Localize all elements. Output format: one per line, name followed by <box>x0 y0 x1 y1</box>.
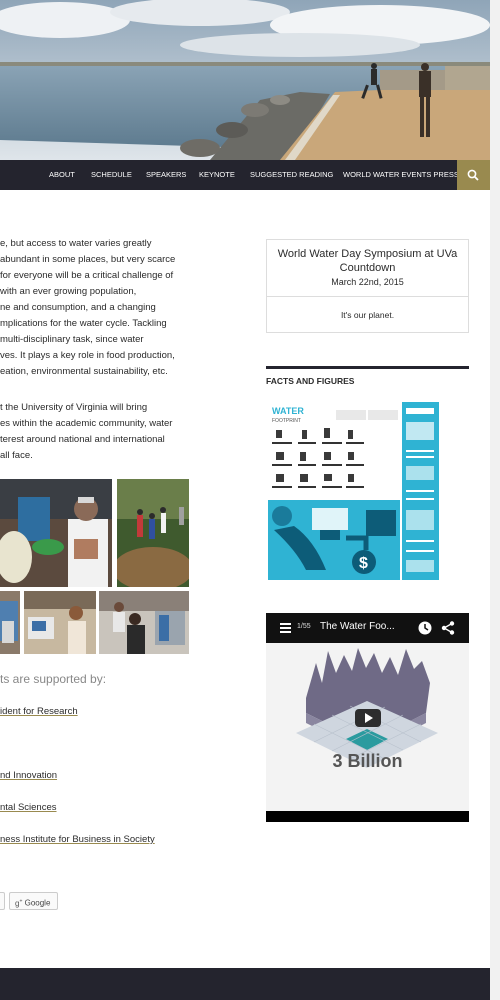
countdown-date: March 22nd, 2015 <box>331 277 404 287</box>
svg-text:$: $ <box>359 555 368 572</box>
playlist-icon[interactable] <box>280 623 291 633</box>
video-player[interactable]: 1/55 The Water Foo... 3 Billion <box>266 613 469 822</box>
nav-suggested-reading[interactable]: Suggested Reading <box>250 160 333 190</box>
nav-world-water-events-press[interactable]: World Water Events Press <box>343 160 459 190</box>
intro-paragraph: e, but access to water varies greatly ab… <box>0 236 200 380</box>
nav-keynote[interactable]: Keynote <box>199 160 235 190</box>
search-button[interactable] <box>457 160 490 190</box>
share-icon[interactable] <box>441 621 455 635</box>
text-line: terest around national and international <box>0 434 165 445</box>
supported-by-heading: ts are supported by: <box>0 672 107 686</box>
text-line: es within the academic community, water <box>0 418 173 429</box>
text-line: multi-disciplinary task, since water <box>0 334 144 345</box>
share-button-partial[interactable] <box>0 892 5 910</box>
countdown-title: World Water Day Symposium at UVa Countdo… <box>277 248 458 274</box>
sponsor-link-business-in-society[interactable]: ness Institute for Business in Society <box>0 834 155 845</box>
water-footprint-infographic[interactable]: WATER FOOTPRINT $ <box>266 400 441 582</box>
google-plus-icon: g+ <box>15 898 23 908</box>
site-footer <box>0 968 490 1000</box>
video-caption: 3 Billion <box>332 751 403 771</box>
infographic-title-1: WATER <box>272 406 304 416</box>
text-line: with an ever growing population, <box>0 286 137 297</box>
play-icon[interactable] <box>355 709 381 727</box>
photo-lab-equipment-1[interactable] <box>0 591 20 654</box>
text-line: ne and consumption, and a changing <box>0 302 156 313</box>
text-line: e, but access to water varies greatly <box>0 238 152 249</box>
photo-woman-with-basins[interactable] <box>0 479 112 587</box>
sponsor-link-environmental-sciences[interactable]: ntal Sciences <box>0 802 57 813</box>
nav-schedule[interactable]: Schedule <box>91 160 132 190</box>
facts-heading: Facts and Figures <box>266 376 355 386</box>
text-line: t the University of Virginia will bring <box>0 402 148 413</box>
nav-speakers[interactable]: Speakers <box>146 160 186 190</box>
facts-divider <box>266 366 469 369</box>
scrollbar-track[interactable] <box>490 0 500 1000</box>
watch-later-icon[interactable] <box>418 621 432 635</box>
text-line: for everyone will be a critical challeng… <box>0 270 174 281</box>
text-line: mplications for the water cycle. Tacklin… <box>0 318 167 329</box>
photo-lab-worker[interactable] <box>24 591 96 654</box>
sponsor-link-innovation[interactable]: nd Innovation <box>0 770 57 781</box>
google-plus-button[interactable]: g+ Google <box>9 892 58 910</box>
text-line: eation, environmental sustainability, et… <box>0 366 168 377</box>
photo-lab-students[interactable] <box>99 591 189 654</box>
text-line: ves. It plays a key role in food product… <box>0 350 175 361</box>
countdown-message: It's our planet. <box>340 310 395 320</box>
text-line: all face. <box>0 450 33 461</box>
photo-forest-hikers[interactable] <box>117 479 189 587</box>
google-plus-label: Google <box>24 898 51 908</box>
text-line: abundant in some places, but very scarce <box>0 254 176 265</box>
nav-about[interactable]: About <box>49 160 75 190</box>
header-photo <box>0 0 490 160</box>
symposium-paragraph: t the University of Virginia will bring … <box>0 400 200 464</box>
playlist-count: 1/55 <box>297 623 311 630</box>
main-nav: About Schedule Speakers Keynote Suggeste… <box>0 160 490 190</box>
sponsor-link-research[interactable]: ident for Research <box>0 706 78 717</box>
countdown-widget: World Water Day Symposium at UVa Countdo… <box>266 239 469 333</box>
video-title[interactable]: The Water Foo... <box>320 621 395 632</box>
video-thumbnail[interactable]: 3 Billion <box>266 643 469 811</box>
countdown-divider <box>267 296 468 297</box>
infographic-title-2: FOOTPRINT <box>272 418 301 424</box>
search-icon <box>467 169 479 181</box>
